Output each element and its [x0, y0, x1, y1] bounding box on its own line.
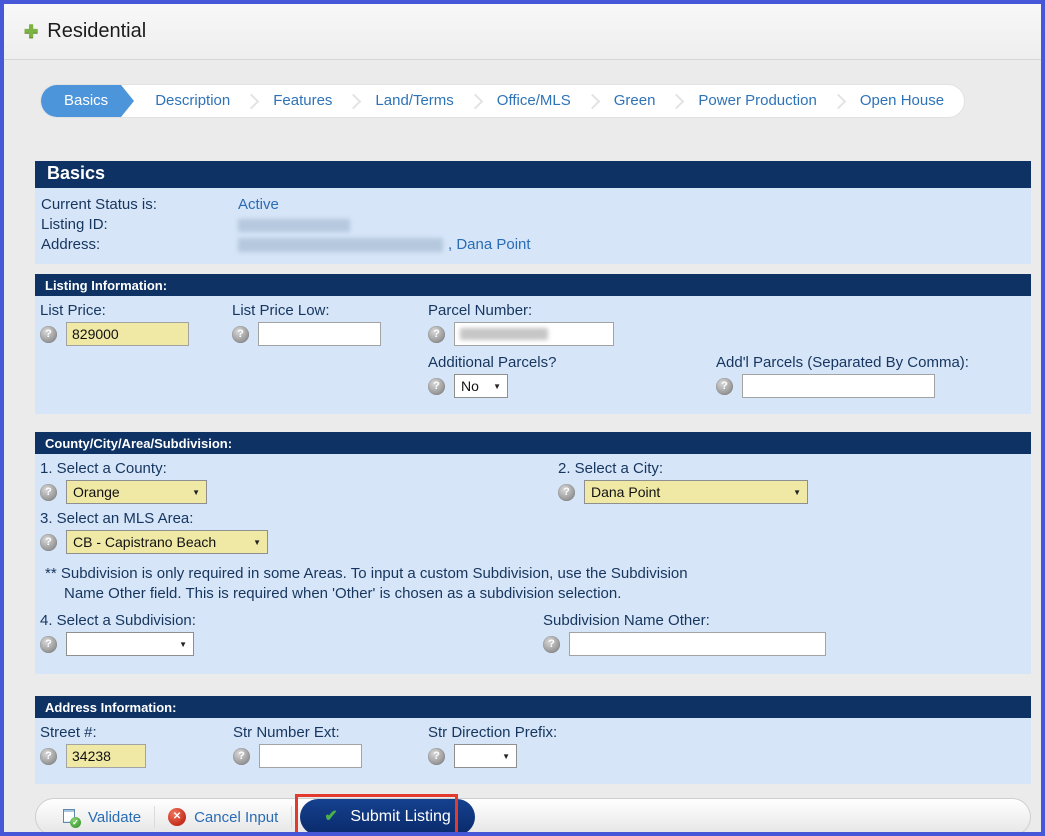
- select-mls-area-label: 3. Select an MLS Area:: [40, 510, 268, 527]
- list-price-low-input[interactable]: [258, 322, 381, 346]
- address-row: Address: , Dana Point: [41, 235, 1031, 255]
- current-status-value: Active: [238, 195, 279, 215]
- select-county-label: 1. Select a County:: [40, 460, 207, 477]
- help-icon[interactable]: [428, 326, 445, 343]
- county-city-header: County/City/Area/Subdivision:: [35, 432, 1031, 454]
- help-icon[interactable]: [40, 326, 57, 343]
- current-status-row: Current Status is: Active: [41, 195, 1031, 215]
- tab-green[interactable]: Green: [594, 85, 676, 117]
- tab-features[interactable]: Features: [253, 85, 352, 117]
- parcel-number-input[interactable]: [454, 322, 614, 346]
- address-information-section: Address Information: Street #: Str Numbe…: [35, 696, 1031, 784]
- county-city-area-subdivision-section: County/City/Area/Subdivision: 1. Select …: [35, 432, 1031, 674]
- select-city-label: 2. Select a City:: [558, 460, 808, 477]
- tab-office-mls[interactable]: Office/MLS: [477, 85, 591, 117]
- mls-area-select[interactable]: CB - Capistrano Beach: [66, 530, 268, 554]
- additional-parcels-label: Additional Parcels?: [428, 354, 556, 371]
- tab-power-production[interactable]: Power Production: [678, 85, 836, 117]
- str-direction-prefix-label: Str Direction Prefix:: [428, 724, 557, 741]
- str-number-ext-input[interactable]: [259, 744, 362, 768]
- help-icon[interactable]: [428, 748, 445, 765]
- address-label: Address:: [41, 235, 238, 255]
- add-listing-icon: ✚: [24, 22, 38, 42]
- cancel-x-icon: [168, 808, 186, 826]
- tab-land-terms[interactable]: Land/Terms: [355, 85, 473, 117]
- additional-parcels-select[interactable]: No: [454, 374, 508, 398]
- subdivision-select[interactable]: [66, 632, 194, 656]
- redacted-parcel-number: [460, 328, 548, 340]
- submit-listing-wrapper: Submit Listing: [300, 799, 475, 835]
- subdivision-name-other-label: Subdivision Name Other:: [543, 612, 826, 629]
- validate-button[interactable]: Validate: [50, 804, 154, 830]
- list-price-low-label: List Price Low:: [232, 302, 381, 319]
- select-subdivision-label: 4. Select a Subdivision:: [40, 612, 196, 629]
- addl-parcels-label: Add'l Parcels (Separated By Comma):: [716, 354, 969, 371]
- help-icon[interactable]: [558, 484, 575, 501]
- help-icon[interactable]: [543, 636, 560, 653]
- list-price-input[interactable]: [66, 322, 189, 346]
- help-icon[interactable]: [40, 748, 57, 765]
- addl-parcels-input[interactable]: [742, 374, 935, 398]
- basics-section-header: Basics: [35, 161, 1031, 188]
- list-price-label: List Price:: [40, 302, 189, 319]
- form-tab-strip: Basics Description Features Land/Terms O…: [40, 84, 965, 118]
- str-direction-prefix-select[interactable]: [454, 744, 517, 768]
- help-icon[interactable]: [716, 378, 733, 395]
- street-number-input[interactable]: [66, 744, 146, 768]
- listing-information-section: Listing Information: List Price: List Pr…: [35, 274, 1031, 414]
- help-icon[interactable]: [233, 748, 250, 765]
- address-city-text: , Dana Point: [448, 235, 531, 255]
- help-icon[interactable]: [40, 636, 57, 653]
- str-number-ext-label: Str Number Ext:: [233, 724, 362, 741]
- parcel-number-label: Parcel Number:: [428, 302, 614, 319]
- help-icon[interactable]: [428, 378, 445, 395]
- page-title: Residential: [47, 20, 146, 43]
- button-separator: [291, 806, 292, 828]
- cancel-input-button[interactable]: Cancel Input: [155, 804, 291, 830]
- current-status-label: Current Status is:: [41, 195, 238, 215]
- subdivision-note: ** Subdivision is only required in some …: [45, 564, 1031, 604]
- redacted-street-address: [238, 238, 443, 252]
- city-select[interactable]: Dana Point: [584, 480, 808, 504]
- title-bar: ✚ Residential: [4, 4, 1041, 60]
- action-bar: Validate Cancel Input Submit Listing: [35, 798, 1031, 836]
- address-information-header: Address Information:: [35, 696, 1031, 718]
- street-number-label: Street #:: [40, 724, 146, 741]
- listing-information-header: Listing Information:: [35, 274, 1031, 296]
- county-select[interactable]: Orange: [66, 480, 207, 504]
- redacted-listing-id: [238, 219, 350, 232]
- subdivision-name-other-input[interactable]: [569, 632, 826, 656]
- submit-listing-button[interactable]: Submit Listing: [300, 799, 475, 835]
- help-icon[interactable]: [232, 326, 249, 343]
- tab-description[interactable]: Description: [135, 85, 250, 117]
- tab-basics[interactable]: Basics: [41, 85, 121, 117]
- green-check-icon: [324, 809, 340, 825]
- help-icon[interactable]: [40, 484, 57, 501]
- tab-open-house[interactable]: Open House: [840, 85, 964, 117]
- listing-id-label: Listing ID:: [41, 215, 238, 235]
- validate-form-icon: [63, 809, 80, 826]
- basics-section: Basics Current Status is: Active Listing…: [35, 161, 1031, 264]
- listing-id-row: Listing ID:: [41, 215, 1031, 235]
- help-icon[interactable]: [40, 534, 57, 551]
- residential-listing-window: ✚ Residential Basics Description Feature…: [0, 0, 1045, 836]
